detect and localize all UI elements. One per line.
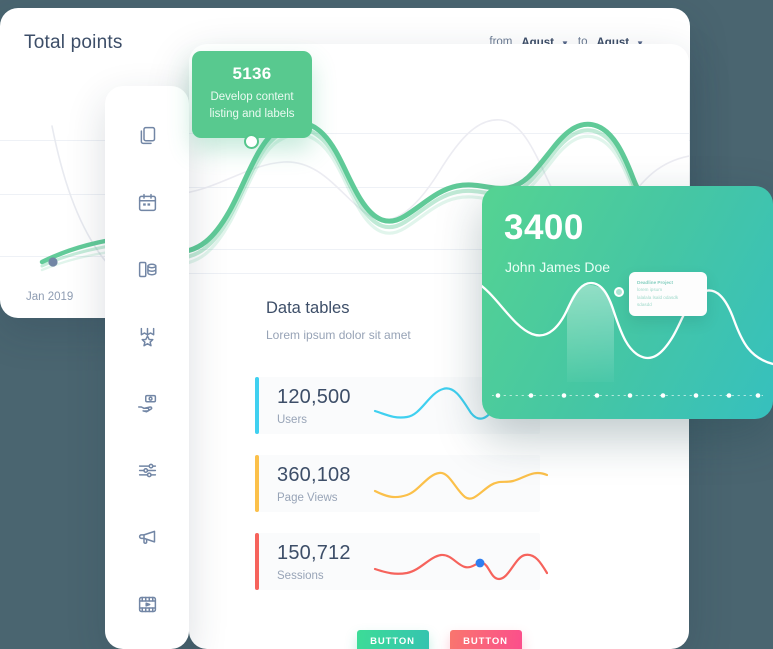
sidebar-item-documents[interactable]	[105, 118, 189, 152]
sidebar-item-awards[interactable]	[105, 319, 189, 353]
x-axis-label: Jan 2019	[26, 291, 74, 303]
sidebar-item-database[interactable]	[105, 252, 189, 286]
danger-button[interactable]: BUTTON	[449, 630, 522, 649]
tooltip-line-2: listing and labels	[209, 108, 295, 121]
sliders-settings-icon	[138, 463, 156, 477]
row-accent-bar	[255, 455, 259, 512]
row-label: Page Views	[277, 491, 338, 504]
section-title: Data tables	[266, 299, 350, 317]
money-hand-icon	[137, 394, 156, 412]
chart-data-point-marker[interactable]	[244, 134, 259, 149]
tooltip-value: 5136	[232, 64, 272, 83]
database-stack-icon	[138, 261, 157, 277]
data-tables-header: Data tables Lorem ipsum dolor sit amet	[266, 299, 411, 342]
chart-marker-dot	[48, 257, 58, 267]
deadline-tooltip-line-4: sdasdd	[637, 302, 652, 308]
page-views-sparkline	[373, 471, 548, 500]
deadline-tooltip-line-2: lorem ipsum	[637, 287, 663, 293]
sessions-sparkline	[373, 553, 548, 581]
table-row[interactable]: 150,712 Sessions	[255, 533, 548, 590]
row-label: Users	[277, 413, 308, 426]
row-accent-bar	[255, 533, 259, 590]
sidebar-item-calendar[interactable]	[105, 185, 189, 219]
icon-sidebar	[105, 86, 189, 649]
tooltip-line-1: Develop content	[210, 91, 294, 103]
deadline-tooltip: Deadline Project lorem ipsum lalalala ls…	[629, 272, 707, 316]
table-row[interactable]: 360,108 Page Views	[255, 455, 548, 512]
sidebar-item-announcements[interactable]	[105, 520, 189, 554]
sidebar-item-payments[interactable]	[105, 386, 189, 420]
sidebar-item-media[interactable]	[105, 587, 189, 621]
page-title: Total points	[24, 32, 123, 53]
progress-value: 3400	[504, 208, 584, 247]
row-value: 360,108	[277, 463, 351, 486]
deadline-tooltip-line-3: lalalala lsald odasdk	[637, 294, 679, 300]
sparkline-marker-dot	[475, 558, 485, 568]
row-value: 120,500	[277, 385, 351, 408]
section-subtitle: Lorem ipsum dolor sit amet	[266, 328, 411, 342]
row-accent-bar	[255, 377, 259, 434]
megaphone-icon	[138, 530, 155, 544]
green-chart-axis	[492, 393, 763, 398]
video-film-icon	[138, 596, 156, 612]
profile-progress-card: 3400 John James Doe Deadline Project lor…	[482, 186, 773, 419]
green-chart-data-point-marker[interactable]	[614, 287, 624, 297]
calendar-icon	[138, 193, 156, 211]
chart-tooltip: 5136 Develop content listing and labels	[192, 51, 312, 146]
award-badge-icon	[140, 327, 154, 346]
app-canvas: Total points from Agust ▼ 2019 to Agust …	[0, 0, 773, 649]
copy-documents-icon	[140, 126, 155, 144]
row-label: Sessions	[277, 569, 324, 582]
deadline-tooltip-title: Deadline Project	[637, 280, 673, 285]
profile-name: John James Doe	[505, 259, 611, 275]
action-buttons: BUTTON BUTTON	[189, 630, 689, 649]
primary-button[interactable]: BUTTON	[356, 630, 429, 649]
sidebar-item-settings[interactable]	[105, 453, 189, 487]
row-value: 150,712	[277, 541, 351, 564]
